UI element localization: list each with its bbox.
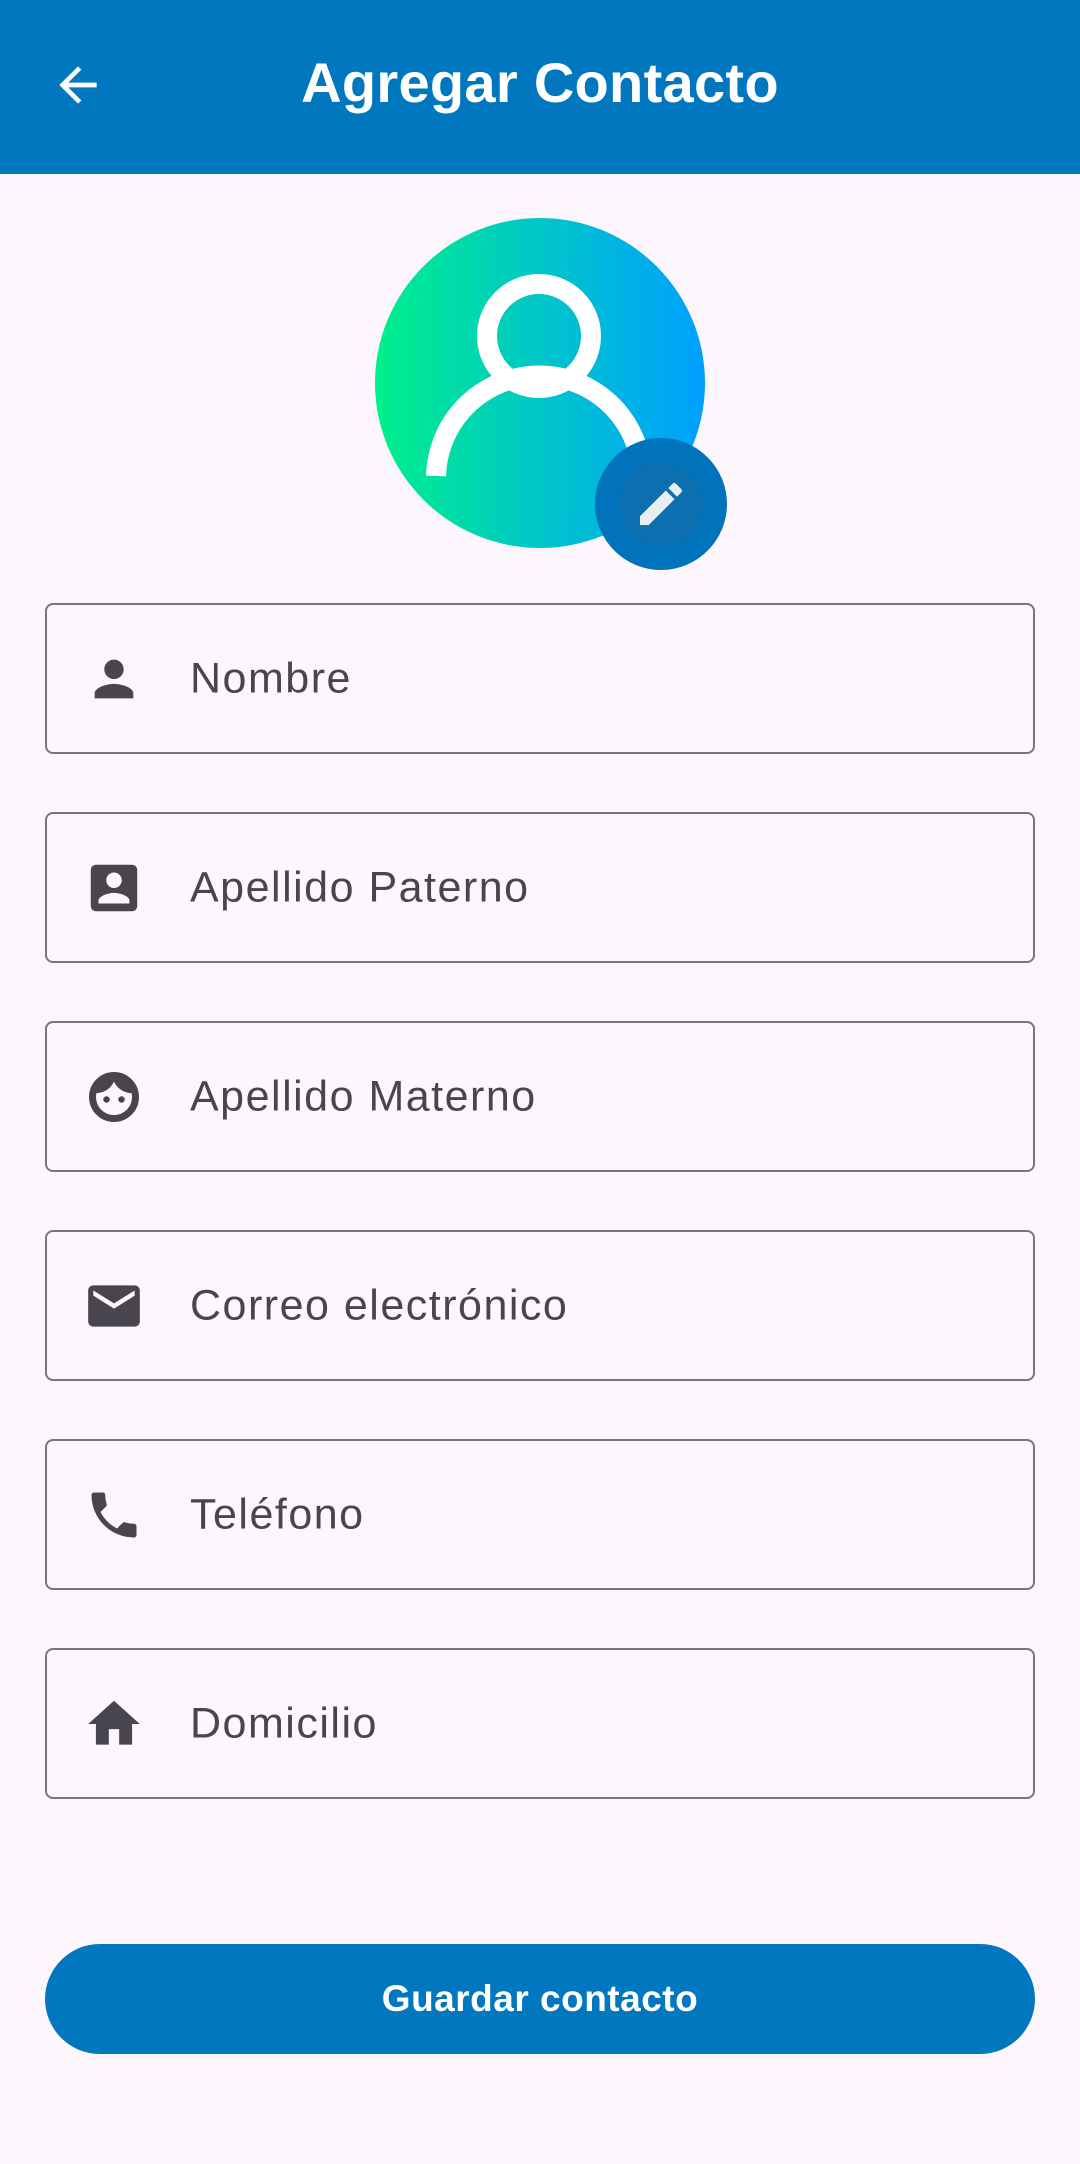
apellido-paterno-field[interactable]: Apellido Paterno (45, 812, 1035, 963)
edit-photo-button[interactable] (595, 438, 727, 570)
phone-icon (81, 1482, 147, 1548)
field-placeholder: Apellido Materno (190, 1072, 537, 1120)
field-placeholder: Domicilio (190, 1699, 378, 1747)
domicilio-field[interactable]: Domicilio (45, 1648, 1035, 1799)
pencil-icon (640, 482, 683, 525)
email-icon (81, 1273, 147, 1339)
save-button-label: Guardar contacto (381, 1978, 699, 2019)
apellido-materno-field[interactable]: Apellido Materno (45, 1021, 1035, 1172)
field-placeholder: Teléfono (190, 1490, 365, 1538)
contact-card-icon (81, 855, 147, 921)
field-placeholder: Correo electrónico (190, 1281, 569, 1329)
telefono-field[interactable]: Teléfono (45, 1439, 1035, 1590)
face-icon (81, 1064, 147, 1130)
save-contact-button[interactable]: Guardar contacto (45, 1944, 1035, 2054)
field-placeholder: Nombre (190, 654, 352, 702)
page-title: Agregar Contacto (301, 51, 779, 114)
field-placeholder: Apellido Paterno (190, 863, 530, 911)
person-icon (81, 646, 147, 712)
correo-field[interactable]: Correo electrónico (45, 1230, 1035, 1381)
home-icon (81, 1691, 147, 1757)
top-app-bar: Agregar Contacto (0, 0, 1080, 174)
nombre-field[interactable]: Nombre (45, 603, 1035, 754)
